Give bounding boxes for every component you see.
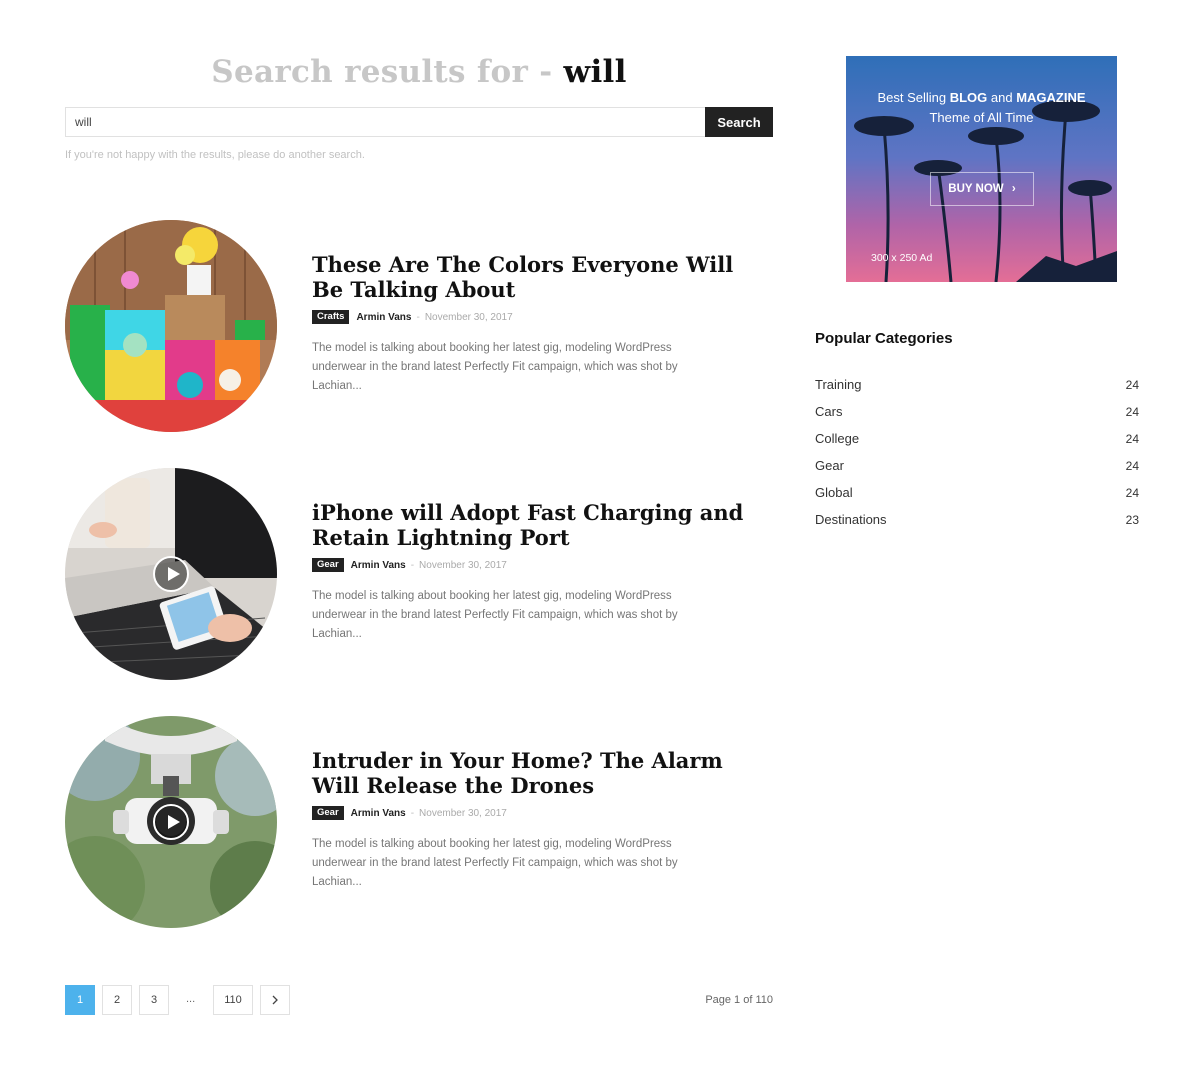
meta-separator: - <box>416 311 420 323</box>
colorful-shelves-image <box>65 220 277 432</box>
buy-now-label: BUY NOW <box>948 183 1004 195</box>
meta-separator: - <box>410 559 415 571</box>
post-author[interactable]: Armin Vans <box>356 312 411 323</box>
category-name: Gear <box>815 458 844 473</box>
search-input[interactable] <box>65 107 705 137</box>
category-count: 23 <box>1125 512 1139 527</box>
search-title-prefix: Search results for - <box>211 54 564 90</box>
meta-separator: - <box>410 807 415 819</box>
category-badge[interactable]: Gear <box>312 806 344 820</box>
post-date: November 30, 2017 <box>419 559 507 571</box>
post-author[interactable]: Armin Vans <box>351 560 406 571</box>
category-name: Cars <box>815 404 843 419</box>
category-item-destinations[interactable]: Destinations 23 <box>815 506 1139 533</box>
category-count: 24 <box>1125 377 1139 392</box>
page-title: Search results for - will <box>65 52 773 92</box>
post-thumbnail[interactable] <box>65 716 277 928</box>
play-icon[interactable] <box>153 804 189 840</box>
category-item-gear[interactable]: Gear 24 <box>815 452 1139 479</box>
category-item-cars[interactable]: Cars 24 <box>815 398 1139 425</box>
ad-text-bold: MAGAZINE <box>1016 90 1086 105</box>
pagination: 1 2 3 ... 110 Page 1 of 110 <box>65 985 773 1015</box>
page-link-1[interactable]: 1 <box>65 985 95 1015</box>
post-meta: Gear Armin Vans - November 30, 2017 <box>312 558 507 572</box>
search-hint: If you're not happy with the results, pl… <box>65 149 365 161</box>
post-date: November 30, 2017 <box>419 807 507 819</box>
ad-subheadline: Theme of All Time <box>929 110 1034 125</box>
ad-text: Best Selling <box>877 90 950 105</box>
ad-headline: Best Selling BLOG and MAGAZINE Theme of … <box>846 88 1117 128</box>
category-item-global[interactable]: Global 24 <box>815 479 1139 506</box>
post-date: November 30, 2017 <box>424 311 513 323</box>
post-item: iPhone will Adopt Fast Charging and Reta… <box>65 468 773 680</box>
page-link-2[interactable]: 2 <box>102 985 132 1015</box>
category-count: 24 <box>1125 404 1139 419</box>
post-excerpt: The model is talking about booking her l… <box>312 342 678 392</box>
category-count: 24 <box>1125 431 1139 446</box>
search-form: Search <box>65 107 773 137</box>
category-list: Training 24 Cars 24 College 24 Gear 24 G… <box>815 371 1139 533</box>
category-name: Training <box>815 377 862 392</box>
category-name: College <box>815 431 860 446</box>
chevron-right-icon: › <box>1011 183 1016 195</box>
post-item: Intruder in Your Home? The Alarm Will Re… <box>65 716 773 928</box>
next-page-button[interactable] <box>260 985 290 1015</box>
page-link-last[interactable]: 110 <box>213 985 253 1015</box>
ad-text: and <box>987 90 1017 105</box>
post-title[interactable]: iPhone will Adopt Fast Charging and Reta… <box>312 500 752 550</box>
post-thumbnail[interactable] <box>65 468 277 680</box>
post-title[interactable]: Intruder in Your Home? The Alarm Will Re… <box>312 748 752 798</box>
search-title-term: will <box>563 54 627 90</box>
page-info: Page 1 of 110 <box>705 994 773 1006</box>
post-excerpt: The model is talking about booking her l… <box>312 590 678 640</box>
category-name: Destinations <box>815 512 887 527</box>
category-name: Global <box>815 485 853 500</box>
ad-size-label: 300 x 250 Ad <box>871 252 933 264</box>
category-badge[interactable]: Crafts <box>312 310 350 324</box>
search-button[interactable]: Search <box>705 107 773 137</box>
play-icon[interactable] <box>153 556 189 592</box>
post-meta: Crafts Armin Vans - November 30, 2017 <box>312 310 513 324</box>
category-count: 24 <box>1125 485 1139 500</box>
post-excerpt: The model is talking about booking her l… <box>312 838 678 888</box>
post-meta: Gear Armin Vans - November 30, 2017 <box>312 806 507 820</box>
category-item-training[interactable]: Training 24 <box>815 371 1139 398</box>
category-item-college[interactable]: College 24 <box>815 425 1139 452</box>
chevron-right-icon <box>272 995 278 1005</box>
sidebar-heading: Popular Categories <box>815 330 953 347</box>
buy-now-button[interactable]: BUY NOW › <box>930 172 1034 206</box>
ad-banner[interactable]: Best Selling BLOG and MAGAZINE Theme of … <box>846 56 1117 282</box>
ad-text-bold: BLOG <box>949 90 988 105</box>
post-title[interactable]: These Are The Colors Everyone Will Be Ta… <box>312 252 752 302</box>
category-count: 24 <box>1125 458 1139 473</box>
page-link-3[interactable]: 3 <box>139 985 169 1015</box>
page-ellipsis: ... <box>186 993 196 1005</box>
post-author[interactable]: Armin Vans <box>351 808 406 819</box>
category-badge[interactable]: Gear <box>312 558 344 572</box>
post-thumbnail[interactable] <box>65 220 277 432</box>
post-item: These Are The Colors Everyone Will Be Ta… <box>65 220 773 432</box>
